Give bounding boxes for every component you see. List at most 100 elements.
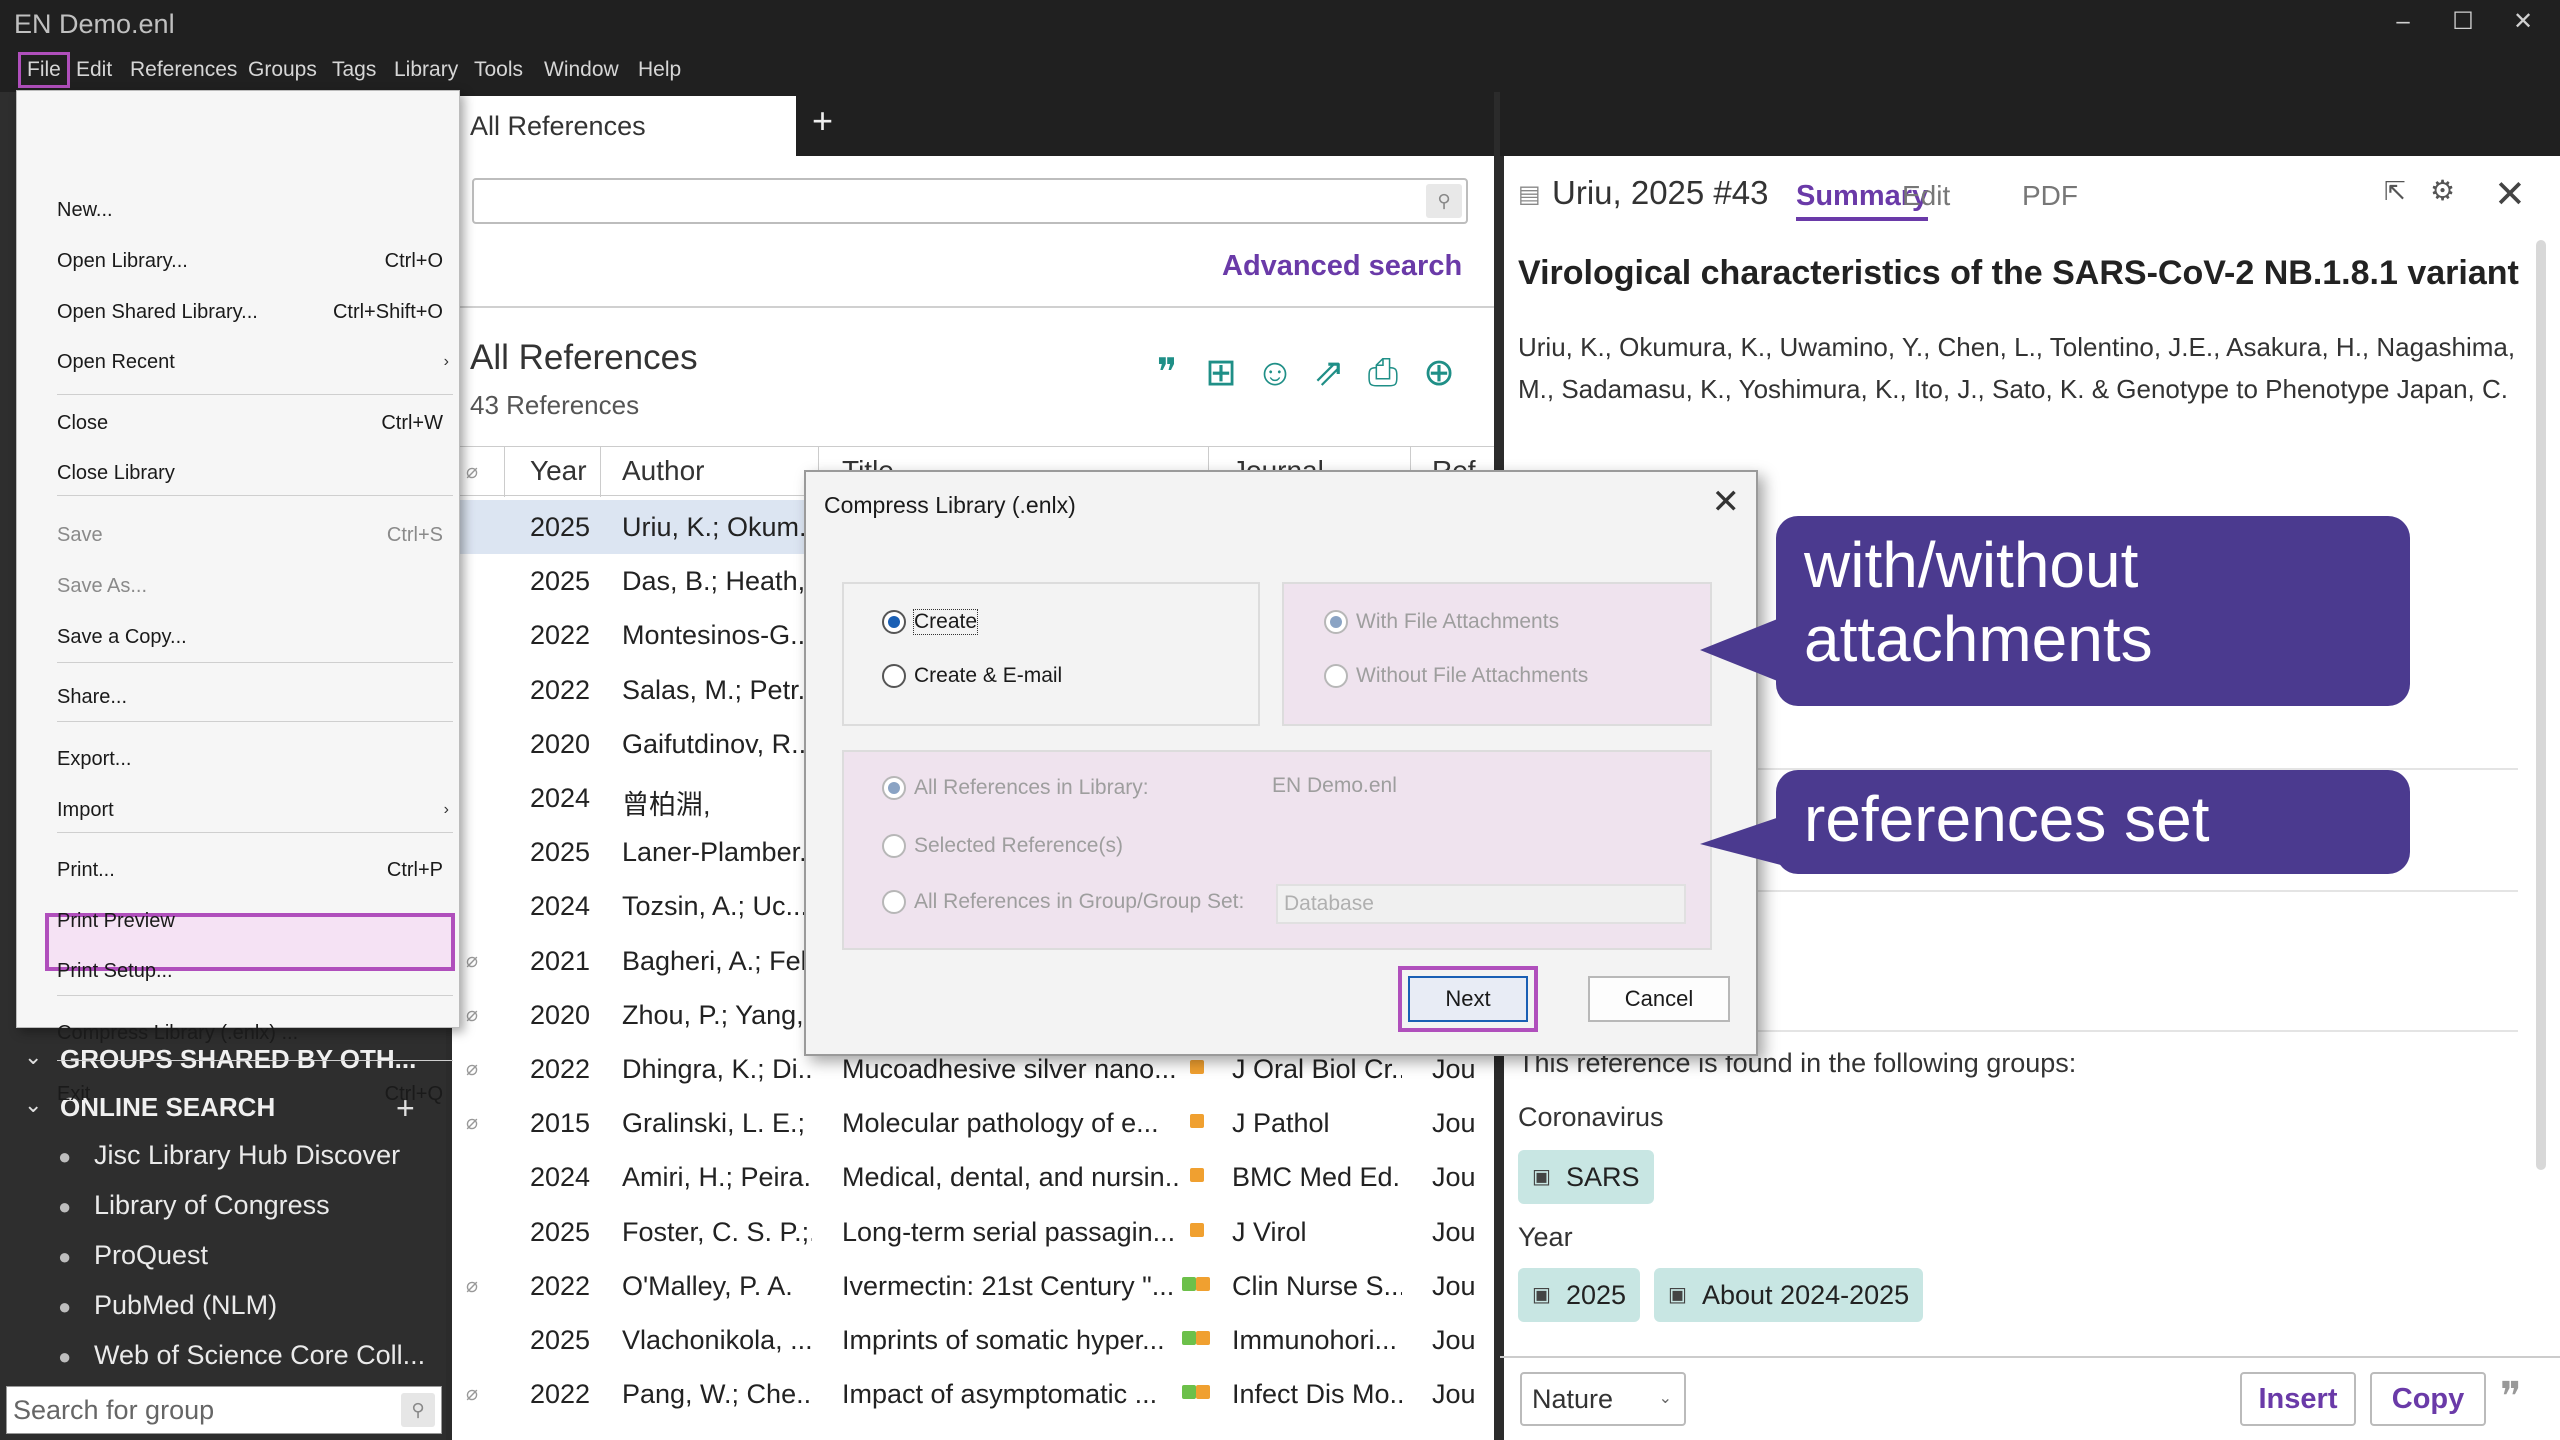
close-window-icon[interactable]: ✕ <box>2496 4 2550 40</box>
menu-window[interactable]: Window <box>538 52 625 88</box>
menu-tools[interactable]: Tools <box>468 52 529 88</box>
create-email-label[interactable]: Create & E-mail <box>914 664 1062 688</box>
cell-author: Pang, W.; Che... <box>622 1379 812 1410</box>
cancel-button[interactable]: Cancel <box>1588 976 1730 1022</box>
sidebar-item-wos[interactable]: Web of Science Core Coll... <box>94 1340 425 1371</box>
cell-title: Mucoadhesive silver nano... <box>842 1054 1177 1084</box>
table-row[interactable]: ⌀ 2022 Pang, W.; Che... Impact of asymptoma… <box>452 1367 1494 1421</box>
sidebar-item-loc[interactable]: Library of Congress <box>94 1190 330 1221</box>
file-menu-item[interactable]: Export... <box>57 748 131 771</box>
shortcut-label: Ctrl+S <box>386 524 443 547</box>
radio-create-email[interactable] <box>882 664 906 688</box>
file-menu-item[interactable]: Import <box>57 799 114 822</box>
search-icon[interactable]: ⚲ <box>1426 184 1462 218</box>
attachment-column-icon[interactable]: ⌀ <box>466 459 478 484</box>
radio-all-references[interactable] <box>882 776 906 800</box>
title-bar: EN Demo.enl – ☐ ✕ <box>0 0 2560 48</box>
group-chip[interactable]: ▣ SARS <box>1518 1150 1654 1204</box>
export-arrow-icon[interactable]: ⇗ <box>1306 350 1352 396</box>
table-row[interactable]: 2024 Amiri, H.; Peira... Medical, dental, … <box>452 1150 1494 1204</box>
online-globe-icon[interactable]: ⊕ <box>1416 350 1462 396</box>
maximize-icon[interactable]: ☐ <box>2436 4 2490 40</box>
tag-marker <box>1190 1168 1204 1183</box>
menu-tags[interactable]: Tags <box>326 52 382 88</box>
menu-edit[interactable]: Edit <box>70 52 118 88</box>
menu-groups[interactable]: Groups <box>242 52 323 88</box>
group-set-select[interactable]: Database <box>1276 884 1686 924</box>
tab-edit[interactable]: Edit <box>1902 180 1950 212</box>
new-reference-icon[interactable]: ⊞ <box>1198 350 1244 396</box>
create-label[interactable]: Create <box>912 609 979 635</box>
cell-year: 2022 <box>530 1270 591 1301</box>
file-menu-item[interactable]: Print Setup... <box>57 960 173 983</box>
minimize-icon[interactable]: – <box>2376 4 2430 40</box>
group-chip[interactable]: ▣ 2025 <box>1518 1268 1641 1322</box>
advanced-search-link[interactable]: Advanced search <box>1222 250 1462 283</box>
insert-button[interactable]: Insert <box>2240 1372 2356 1426</box>
menu-references[interactable]: References <box>124 52 243 88</box>
tab-all-references[interactable]: All References <box>452 96 796 156</box>
radio-with-attachments[interactable] <box>1324 610 1348 634</box>
quick-search-input[interactable]: ⚲ <box>472 178 1468 224</box>
divider <box>1500 1356 2560 1358</box>
tag-marker <box>1190 1222 1204 1237</box>
table-row[interactable]: ⌀ 2022 O'Malley, P. A. Ivermectin: 21st Cen… <box>452 1259 1494 1313</box>
chevron-down-icon[interactable]: ⌄ <box>24 1044 42 1070</box>
cell-year: 2025 <box>530 1216 591 1247</box>
column-separator <box>504 447 505 497</box>
sidebar-item-proquest[interactable]: ProQuest <box>94 1240 208 1271</box>
selected-references-label: Selected Reference(s) <box>914 834 1123 857</box>
file-menu-item[interactable]: Print Preview <box>57 910 175 933</box>
file-menu-item[interactable]: Open Shared Library... <box>57 301 258 324</box>
file-menu-item[interactable]: New... <box>57 199 113 222</box>
file-menu-item[interactable]: Save a Copy... <box>57 626 187 649</box>
citation-style-select[interactable]: Nature ⌄ <box>1520 1372 1686 1426</box>
cell-author: Dhingra, K.; Di... <box>622 1054 812 1084</box>
dialog-close-icon[interactable]: ✕ <box>1712 482 1741 522</box>
gear-icon[interactable]: ⚙ <box>2430 174 2455 207</box>
table-row[interactable]: 2025 Vlachonikola, ... Imprints of somatic… <box>452 1313 1494 1367</box>
radio-selected-references[interactable] <box>882 834 906 858</box>
tab-pdf[interactable]: PDF <box>2022 180 2078 212</box>
sidebar-item-pubmed[interactable]: PubMed (NLM) <box>94 1290 277 1321</box>
cell-title: Impact of asymptomatic ... <box>842 1379 1158 1410</box>
insert-citation-icon[interactable]: ❞ <box>1144 350 1190 396</box>
menu-help[interactable]: Help <box>632 52 687 88</box>
table-row[interactable]: 2025 Foster, C. S. P.;... Long-term serial… <box>452 1205 1494 1259</box>
file-menu-item[interactable]: Exit <box>57 1083 90 1106</box>
add-tab-icon[interactable]: + <box>812 100 833 142</box>
sidebar-item-jisc[interactable]: Jisc Library Hub Discover <box>94 1140 400 1171</box>
group-chip[interactable]: ▣ About 2024-2025 <box>1654 1268 1924 1322</box>
file-menu-item[interactable]: Share... <box>57 686 127 709</box>
file-menu-item[interactable]: Open Recent <box>57 351 175 374</box>
file-menu-item[interactable]: Save As... <box>57 575 147 598</box>
file-menu-item[interactable]: Open Library... <box>57 250 188 273</box>
column-author[interactable]: Author <box>622 455 705 487</box>
close-panel-icon[interactable]: ✕ <box>2494 172 2526 217</box>
file-menu-item[interactable]: Save <box>57 524 103 547</box>
radio-create[interactable] <box>882 610 906 634</box>
file-menu-item[interactable]: Close Library <box>57 462 175 485</box>
sidebar-section-online-search[interactable]: ONLINE SEARCH <box>60 1092 275 1123</box>
file-menu-item[interactable]: Close <box>57 412 108 435</box>
column-year[interactable]: Year <box>530 455 587 487</box>
search-icon[interactable]: ⚲ <box>401 1393 435 1427</box>
scrollbar[interactable] <box>2536 240 2546 1170</box>
share-user-icon[interactable]: ☺ <box>1252 350 1298 396</box>
menu-file[interactable]: File <box>18 52 70 88</box>
next-button[interactable]: Next <box>1408 976 1528 1022</box>
citation-style-value: Nature <box>1532 1384 1614 1414</box>
cell-author: Salas, M.; Petr... <box>622 674 812 705</box>
group-search-input[interactable]: Search for group ⚲ <box>6 1386 442 1434</box>
radio-group-references[interactable] <box>882 890 906 914</box>
radio-without-attachments[interactable] <box>1324 664 1348 688</box>
quote-icon[interactable]: ❞ <box>2500 1374 2522 1420</box>
file-menu-item[interactable]: Compress Library (.enlx) ... <box>57 1022 298 1045</box>
chevron-down-icon[interactable]: ⌄ <box>24 1092 42 1118</box>
popout-icon[interactable]: ⇱ <box>2384 176 2406 207</box>
copy-button[interactable]: Copy <box>2370 1372 2486 1426</box>
file-menu-item[interactable]: Print... <box>57 859 115 882</box>
pdf-download-icon[interactable]: ⎙ <box>1360 350 1406 396</box>
table-row[interactable]: ⌀ 2015 Gralinski, L. E.; ... Molecular path… <box>452 1096 1494 1150</box>
menu-library[interactable]: Library <box>388 52 464 88</box>
